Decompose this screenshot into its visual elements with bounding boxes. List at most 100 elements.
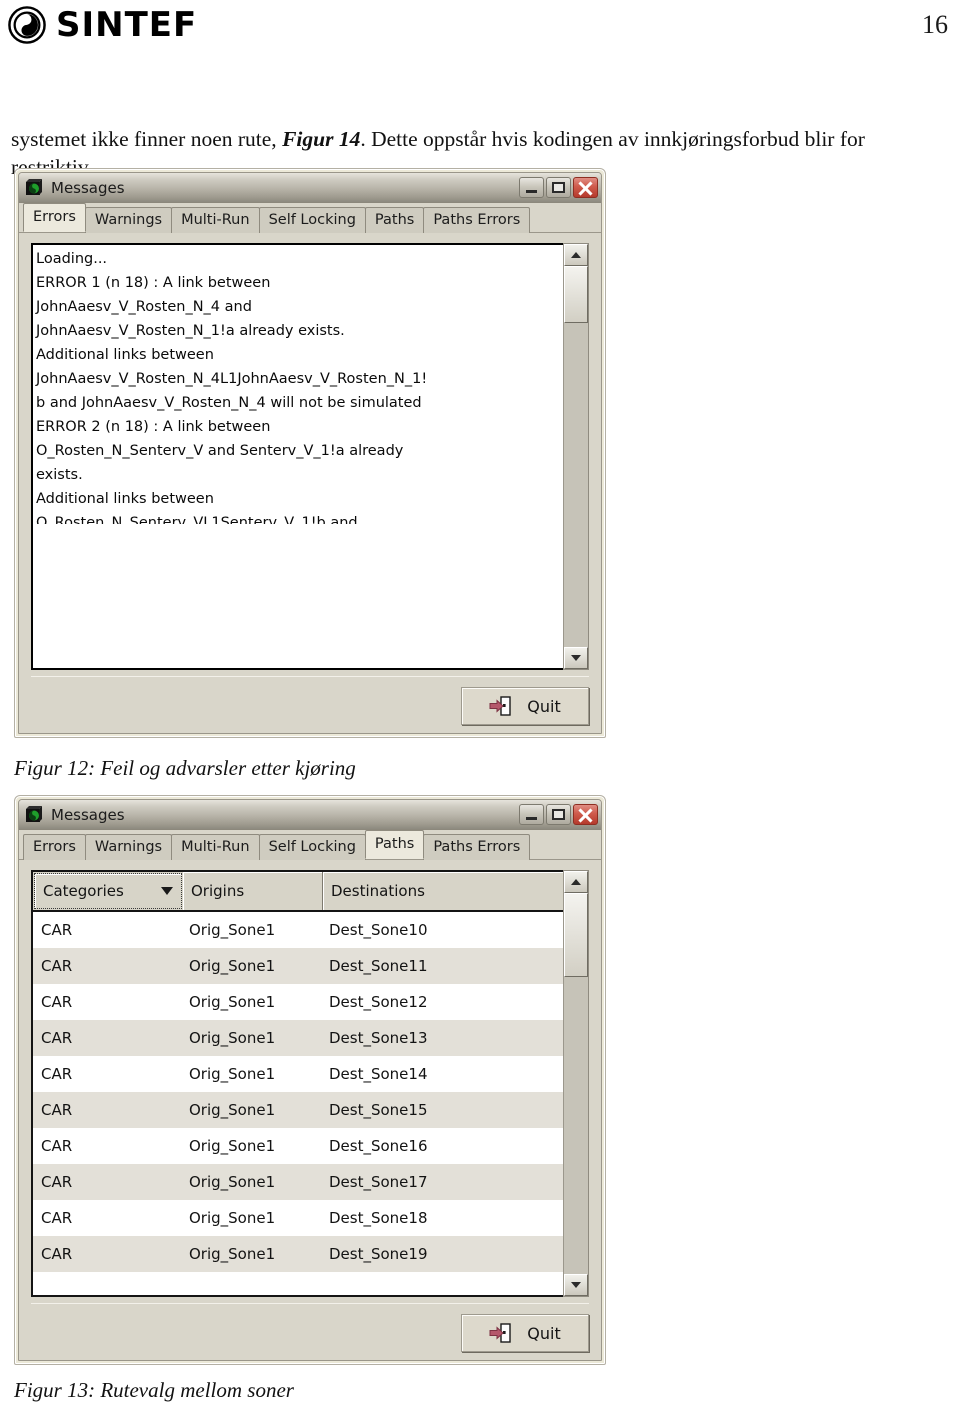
window-controls [519,177,598,198]
quit-button[interactable]: Quit [461,1314,589,1352]
cell-destination: Dest_Sone19 [329,1245,428,1263]
cell-origin: Orig_Sone1 [189,1137,276,1155]
log-vertical-scrollbar[interactable] [563,243,589,670]
cell-origin: Orig_Sone1 [189,957,276,975]
caret-down-icon[interactable] [161,887,173,895]
table-row[interactable]: CAR Orig_Sone1 Dest_Sone13 [33,1020,563,1056]
figure-12-caption: Figur 12: Feil og advarsler etter kjørin… [14,756,356,780]
messages-window-paths[interactable]: Messages Errors Warnings Multi-Run Self … [14,795,606,1365]
scrollbar-thumb[interactable] [564,266,588,324]
log-line: exists. [36,467,83,483]
green-cube-icon [26,178,42,195]
tab-warnings[interactable]: Warnings [84,834,173,860]
tab-self-locking[interactable]: Self Locking [258,207,366,233]
tab-errors[interactable]: Errors [23,203,86,232]
tab-multi-run[interactable]: Multi-Run [171,207,260,233]
table-row[interactable]: CAR Orig_Sone1 Dest_Sone14 [33,1056,563,1092]
cell-category: CAR [33,1137,181,1155]
title-bar[interactable]: Messages [19,173,601,203]
paths-content-pane: Categories Origins Destinations CAR Orig… [19,860,601,1360]
tab-paths-errors[interactable]: Paths Errors [423,207,531,233]
error-log-textarea[interactable]: Loading... ERROR 1 (n 18) : A link betwe… [31,243,563,670]
tab-paths[interactable]: Paths [364,207,425,233]
minimize-button[interactable] [519,804,544,825]
tab-multi-run[interactable]: Multi-Run [171,834,260,860]
title-bar[interactable]: Messages [19,800,601,830]
window-footer: Quit [31,1303,589,1352]
grid-body: CAR Orig_Sone1 Dest_Sone10 CAR Orig_Sone… [33,912,563,1295]
log-line: JohnAaesv_V_Rosten_N_4L1JohnAaesv_V_Rost… [36,371,428,387]
cell-origin: Orig_Sone1 [189,1101,276,1119]
cell-origin: Orig_Sone1 [189,993,276,1011]
exit-door-icon [489,1323,511,1343]
errors-content-pane: Loading... ERROR 1 (n 18) : A link betwe… [19,233,601,733]
log-line: Loading... [36,251,108,267]
grid-header-row: Categories Origins Destinations [33,872,563,912]
close-button[interactable] [573,177,598,198]
cell-origin: Orig_Sone1 [189,1065,276,1083]
log-line-clipped: O_Rosten_N_Senterv_VL1Senterv_V_1!b and [36,515,358,524]
scrollbar-track[interactable] [564,266,588,647]
maximize-button[interactable] [546,177,571,198]
cell-category: CAR [33,1065,181,1083]
table-row[interactable]: CAR Orig_Sone1 Dest_Sone17 [33,1164,563,1200]
scroll-down-arrow-icon[interactable] [564,1274,588,1296]
cell-origin: Orig_Sone1 [189,921,276,939]
column-header-destinations[interactable]: Destinations [323,872,563,910]
table-row[interactable]: CAR Orig_Sone1 Dest_Sone15 [33,1092,563,1128]
scroll-down-arrow-icon[interactable] [564,647,588,669]
cell-origin: Orig_Sone1 [189,1245,276,1263]
column-header-origins[interactable]: Origins [183,872,323,910]
paragraph-before-ref: systemet ikke finner noen rute, [11,126,283,151]
scroll-up-arrow-icon[interactable] [564,244,588,266]
figure-reference: Figur 14 [282,126,361,151]
tab-warnings[interactable]: Warnings [84,207,173,233]
table-row[interactable]: CAR Orig_Sone1 Dest_Sone18 [33,1200,563,1236]
sintef-wordmark: SINTEF [56,5,198,45]
maximize-button[interactable] [546,804,571,825]
table-row[interactable]: CAR Orig_Sone1 Dest_Sone10 [33,912,563,948]
log-line: ERROR 1 (n 18) : A link between [36,275,271,291]
table-row[interactable]: CAR Orig_Sone1 Dest_Sone11 [33,948,563,984]
cell-destination: Dest_Sone14 [329,1065,428,1083]
log-line: Additional links between [36,347,214,363]
green-cube-icon [26,805,42,822]
page-number: 16 [922,10,948,39]
scrollbar-thumb[interactable] [564,893,588,977]
minimize-button[interactable] [519,177,544,198]
messages-window-errors[interactable]: Messages Errors Warnings Multi-Run Self … [14,168,606,738]
log-line: Additional links between [36,491,214,507]
paths-data-grid[interactable]: Categories Origins Destinations CAR Orig… [31,870,563,1297]
table-row[interactable]: CAR Orig_Sone1 Dest_Sone12 [33,984,563,1020]
close-button[interactable] [573,804,598,825]
tab-paths-errors[interactable]: Paths Errors [423,834,531,860]
window-controls [519,804,598,825]
table-row[interactable]: CAR Orig_Sone1 Dest_Sone16 [33,1128,563,1164]
window-title: Messages [51,805,125,824]
window-title: Messages [51,178,125,197]
tab-errors[interactable]: Errors [23,834,86,860]
cell-destination: Dest_Sone10 [329,921,428,939]
cell-category: CAR [33,1029,181,1047]
quit-button[interactable]: Quit [461,687,589,725]
quit-button-label: Quit [527,696,561,716]
cell-category: CAR [33,1209,181,1227]
tab-self-locking[interactable]: Self Locking [258,834,366,860]
cell-origin: Orig_Sone1 [189,1029,276,1047]
exit-door-icon [489,696,511,716]
cell-category: CAR [33,1101,181,1119]
tab-paths[interactable]: Paths [364,830,425,859]
cell-destination: Dest_Sone12 [329,993,428,1011]
scroll-up-arrow-icon[interactable] [564,871,588,893]
grid-vertical-scrollbar[interactable] [563,870,589,1297]
scrollbar-track[interactable] [564,893,588,1274]
cell-category: CAR [33,993,181,1011]
table-row-partial[interactable]: CAR Orig_Sone1 Dest_Sone19 [33,1236,563,1272]
cell-destination: Dest_Sone13 [329,1029,428,1047]
tab-strip: Errors Warnings Multi-Run Self Locking P… [19,203,601,233]
column-header-label: Categories [43,882,124,900]
log-line: JohnAaesv_V_Rosten_N_4 and [36,299,252,315]
column-header-categories[interactable]: Categories [34,873,182,909]
cell-destination: Dest_Sone11 [329,957,428,975]
sintef-circle-logo-icon [8,6,46,44]
